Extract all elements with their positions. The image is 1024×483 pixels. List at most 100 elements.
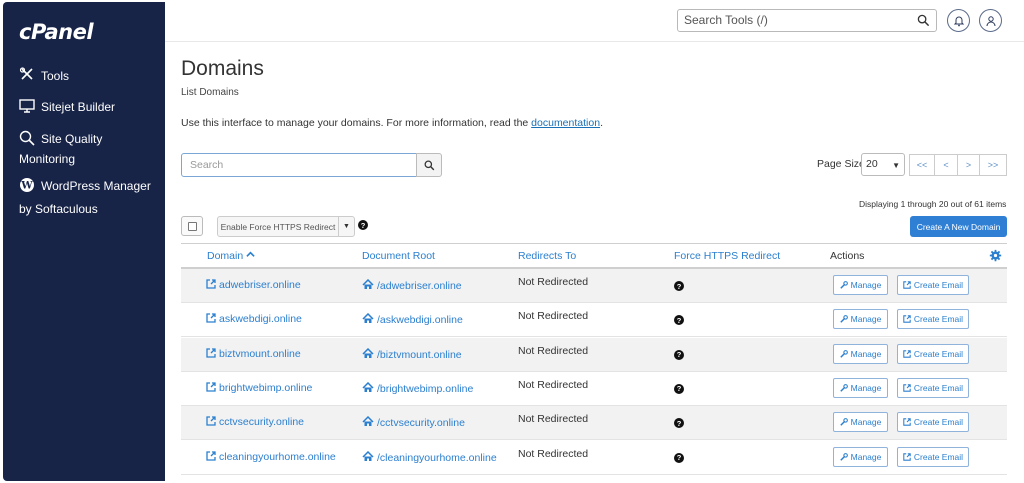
sidebar-item-label: Site Quality (41, 132, 103, 146)
domain-name: askwebdigi.online (219, 313, 302, 326)
manage-label: Manage (850, 451, 882, 462)
create-email-label: Create Email (913, 417, 964, 428)
external-link-icon (206, 382, 216, 392)
monitor-icon (19, 98, 37, 114)
help-icon[interactable]: ? (358, 220, 368, 230)
table-row: adwebriser.online/adwebriser.online Not R… (181, 269, 1007, 303)
table-row: brightwebimp.online/brightwebimp.online N… (181, 372, 1007, 406)
document-root-link[interactable]: /askwebdigi.online (362, 313, 463, 326)
domain-link[interactable]: cctvsecurity.online (206, 416, 304, 428)
pager-next-button[interactable]: > (957, 154, 980, 176)
displaying-count: Displaying 1 through 20 out of 61 items (859, 199, 1007, 209)
help-icon[interactable]: ? (674, 383, 684, 394)
create-domain-button[interactable]: Create A New Domain (910, 216, 1007, 237)
manage-button[interactable]: Manage (833, 377, 888, 398)
description-suffix: . (600, 117, 603, 129)
domain-link[interactable]: adwebriser.online (206, 279, 301, 291)
help-icon[interactable]: ? (674, 281, 684, 291)
sidebar-item-label-line2[interactable]: Monitoring (19, 149, 75, 169)
tools-icon (19, 67, 37, 83)
domain-link[interactable]: askwebdigi.online (206, 313, 302, 325)
external-link-icon (903, 384, 914, 392)
domain-link[interactable]: brightwebimp.online (206, 382, 312, 394)
pager-prev-button[interactable]: < (934, 154, 958, 176)
column-header-force-https[interactable]: Force HTTPS Redirect (674, 250, 780, 262)
create-email-button[interactable]: Create Email (897, 343, 969, 364)
document-root-link[interactable]: /adwebriser.online (362, 278, 462, 292)
create-email-label: Create Email (913, 314, 964, 325)
help-icon[interactable]: ? (674, 349, 684, 360)
cpanel-logo[interactable]: cPanel (19, 20, 94, 44)
redirect-status: Not Redirected (518, 413, 589, 426)
redirect-status: Not Redirected (518, 310, 589, 323)
table-header: Domain Document Root Redirects To Force … (181, 243, 1007, 269)
domain-search-input[interactable]: Search (181, 153, 417, 177)
search-tools-placeholder: Search Tools (/) (684, 13, 768, 27)
search-tools-input[interactable]: Search Tools (/) (677, 9, 937, 32)
gear-icon[interactable] (989, 249, 1002, 262)
enable-force-https-button[interactable]: Enable Force HTTPS Redirect (217, 216, 339, 237)
redirect-status: Not Redirected (518, 344, 589, 357)
sidebar-item-label: Sitejet Builder (41, 100, 116, 114)
wrench-icon (839, 418, 851, 426)
wordpress-icon: W (19, 177, 37, 193)
column-header-domain[interactable]: Domain (207, 250, 255, 262)
table-row: cleaningyourhome.online/cleaningyourhome… (181, 441, 1007, 475)
domain-link[interactable]: cleaningyourhome.online (206, 451, 336, 463)
sidebar-item-tools[interactable]: Tools (19, 66, 69, 86)
external-link-icon (903, 315, 914, 324)
sidebar-item-site-quality[interactable]: Site Quality (19, 129, 102, 149)
help-icon[interactable]: ? (674, 418, 684, 429)
column-header-redirects-to[interactable]: Redirects To (518, 250, 576, 262)
document-root-link[interactable]: /cctvsecurity.online (362, 416, 465, 429)
help-icon[interactable]: ? (674, 315, 684, 326)
help-icon[interactable]: ? (674, 452, 684, 463)
domain-name: cctvsecurity.online (219, 416, 305, 429)
documentation-link[interactable]: documentation (531, 117, 600, 129)
sidebar-item-sitejet[interactable]: Sitejet Builder (19, 97, 115, 117)
home-icon (362, 278, 374, 290)
svg-text:W: W (20, 181, 33, 192)
create-email-button[interactable]: Create Email (897, 446, 969, 467)
document-root-link[interactable]: /biztvmount.online (362, 347, 462, 361)
sidebar-item-wordpress[interactable]: W WordPress Manager (19, 176, 151, 196)
pager-last-button[interactable]: >> (979, 154, 1007, 176)
domain-link[interactable]: biztvmount.online (206, 348, 301, 360)
user-menu-button[interactable] (979, 9, 1002, 32)
sidebar-item-label-line2[interactable]: by Softaculous (19, 199, 98, 219)
document-root-path: /brightwebimp.online (377, 382, 474, 395)
select-all-checkbox[interactable] (181, 216, 203, 236)
bell-icon (953, 16, 964, 26)
force-https-dropdown-toggle[interactable]: ▼ (338, 216, 355, 237)
manage-label: Manage (850, 417, 882, 428)
create-email-button[interactable]: Create Email (897, 275, 969, 295)
manage-label: Manage (850, 348, 882, 359)
description-text: Use this interface to manage your domain… (181, 117, 532, 129)
page-size-select[interactable]: 20 ▼ (861, 153, 905, 176)
manage-label: Manage (850, 314, 882, 325)
user-icon (986, 15, 995, 26)
redirect-status: Not Redirected (518, 276, 589, 288)
manage-button[interactable]: Manage (833, 343, 888, 364)
create-email-button[interactable]: Create Email (897, 309, 969, 330)
column-header-document-root[interactable]: Document Root (362, 250, 435, 262)
create-email-button[interactable]: Create Email (897, 412, 969, 433)
document-root-link[interactable]: /cleaningyourhome.online (362, 450, 497, 464)
page-size-value: 20 (866, 158, 878, 170)
document-root-link[interactable]: /brightwebimp.online (362, 381, 474, 395)
manage-button[interactable]: Manage (833, 275, 888, 295)
manage-button[interactable]: Manage (833, 309, 888, 330)
create-email-button[interactable]: Create Email (897, 377, 969, 398)
sidebar: cPanel Tools Sitejet Builder Site Qualit… (3, 2, 165, 481)
table-row: cctvsecurity.online/cctvsecurity.online N… (181, 406, 1007, 441)
notifications-button[interactable] (947, 9, 970, 32)
column-header-actions: Actions (830, 250, 865, 262)
manage-button[interactable]: Manage (833, 412, 888, 433)
pager-first-button[interactable]: << (909, 154, 935, 176)
search-button[interactable] (416, 153, 442, 177)
home-icon (362, 347, 374, 359)
manage-button[interactable]: Manage (833, 446, 888, 467)
external-link-icon (206, 450, 216, 461)
wrench-icon (839, 349, 851, 358)
chevron-down-icon: ▼ (343, 223, 350, 230)
